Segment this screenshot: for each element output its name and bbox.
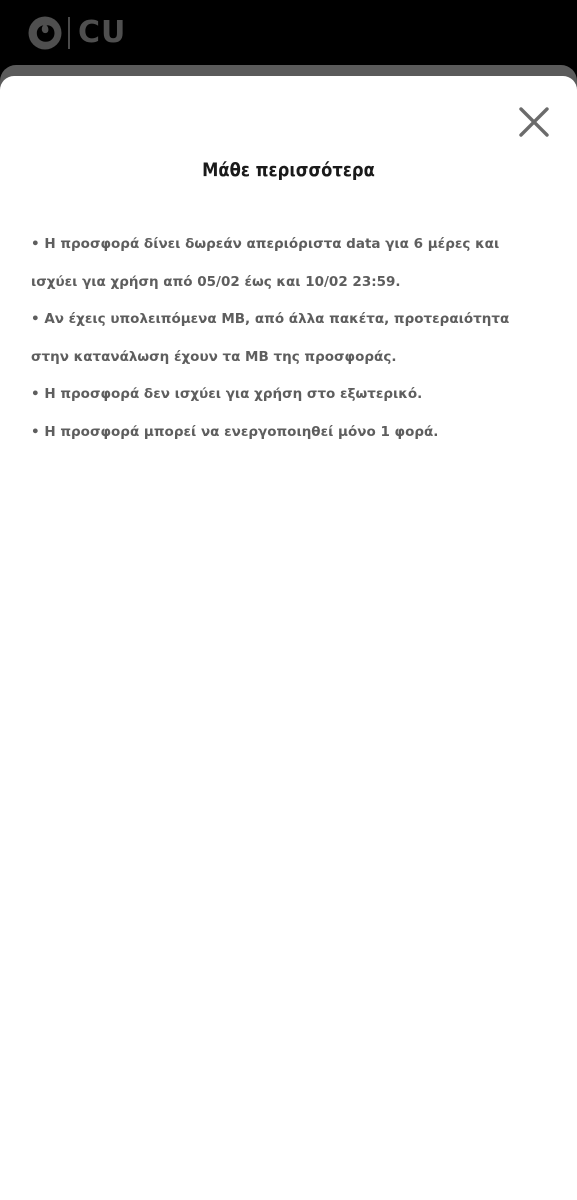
brand-divider [68, 17, 70, 49]
app-header: CU [0, 0, 577, 66]
brand-text: CU [78, 15, 127, 50]
terms-item: • Η προσφορά δεν ισχύει για χρήση στο εξ… [31, 386, 423, 402]
close-button[interactable] [512, 106, 556, 142]
terms-list: • Η προσφορά δίνει δωρεάν απεριόριστα da… [31, 226, 546, 451]
vodafone-logo-icon [28, 16, 62, 50]
brand-logo: CU [28, 15, 126, 51]
sheet-title: Μάθε περισσότερα [202, 159, 375, 181]
terms-item: • Αν έχεις υπολειπόμενα MB, από άλλα πακ… [31, 311, 510, 365]
terms-item: • Η προσφορά δίνει δωρεάν απεριόριστα da… [31, 236, 500, 290]
close-icon [518, 106, 550, 142]
terms-item: • Η προσφορά μπορεί να ενεργοποιηθεί μόν… [31, 423, 439, 440]
